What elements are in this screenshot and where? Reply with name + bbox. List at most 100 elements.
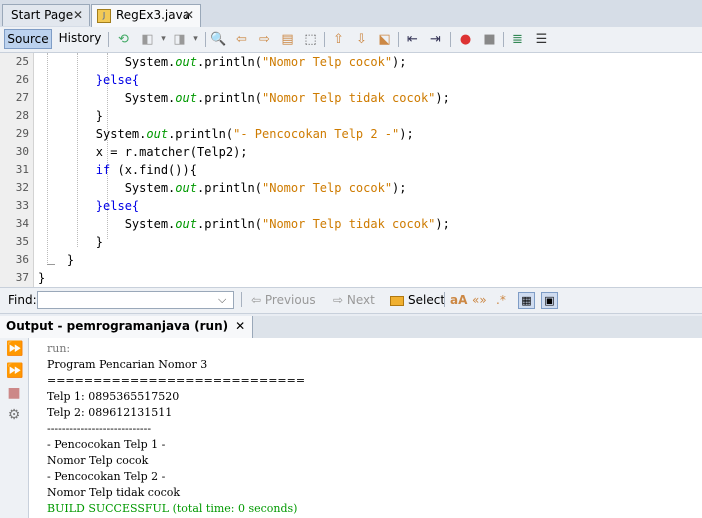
shift-left-icon[interactable]: ⇤ — [404, 31, 421, 48]
highlight-results-toggle-icon[interactable]: ▦ — [518, 292, 535, 309]
tab-output[interactable]: Output - pemrogramanjava (run) ✕ — [0, 316, 254, 338]
output-line: ============================ — [47, 374, 306, 387]
history-label: History — [58, 31, 102, 45]
last-edit-icon[interactable]: ⟲ — [115, 31, 132, 48]
toolbar-separator — [205, 32, 206, 47]
line-number: 32 — [15, 181, 29, 194]
next-arrow-icon: ⇨ — [333, 293, 347, 307]
code-line: x = r.matcher(Telp2); — [38, 145, 248, 159]
line-number: 30 — [15, 145, 29, 158]
output-tab-label: Output - pemrogramanjava (run) — [6, 319, 229, 333]
code-editor[interactable]: 25 26 27 28 29 30 31 32 33 34 35 36 37 S… — [0, 53, 702, 287]
uncomment-icon[interactable]: ☰ — [533, 31, 550, 48]
history-button[interactable]: History — [56, 29, 104, 49]
editor-tab-bar: Start Page ✕ J RegEx3.java ✕ — [0, 0, 702, 28]
rerun-with-options-icon[interactable]: ⏩ — [6, 363, 23, 379]
whole-words-icon[interactable]: «» — [472, 293, 487, 308]
line-number-gutter: 25 26 27 28 29 30 31 32 33 34 35 36 37 — [0, 53, 34, 287]
tab-regex3-java[interactable]: J RegEx3.java ✕ — [91, 4, 201, 28]
code-string: "Nomor Telp tidak cocok" — [262, 217, 436, 231]
output-line: run: — [47, 342, 71, 355]
code-string: "Nomor Telp cocok" — [262, 55, 393, 69]
code-field: out — [175, 91, 197, 105]
line-number: 29 — [15, 127, 29, 140]
tab-label: RegEx3.java — [116, 8, 191, 22]
stop-macro-icon[interactable]: ■ — [481, 31, 498, 48]
find-previous-icon[interactable]: ⇦ — [233, 31, 250, 48]
stop-icon[interactable]: ■ — [6, 385, 22, 401]
find-next-button[interactable]: ⇨ Next — [333, 293, 375, 308]
output-line: Nomor Telp cocok — [47, 454, 149, 467]
rectangular-selection-icon[interactable]: ⬚ — [302, 31, 319, 48]
wrap-around-toggle-icon[interactable]: ▣ — [541, 292, 558, 309]
find-selection-icon[interactable]: 🔍 — [210, 31, 227, 48]
shift-right-icon[interactable]: ⇥ — [427, 31, 444, 48]
toggle-highlight-icon[interactable]: ▤ — [279, 31, 296, 48]
close-icon[interactable]: ✕ — [73, 5, 83, 26]
findbar-separator — [444, 292, 445, 307]
source-label: Source — [7, 32, 49, 46]
line-number: 27 — [15, 91, 29, 104]
forward-icon[interactable]: ◨ — [171, 31, 188, 48]
code-text: .println( — [168, 127, 234, 141]
line-number: 36 — [15, 253, 29, 266]
code-field: out — [175, 55, 197, 69]
regex-icon[interactable]: .* — [496, 293, 506, 308]
back-icon[interactable]: ◧ — [139, 31, 156, 48]
code-text: .println( — [196, 55, 262, 69]
code-line: System.out.println("Nomor Telp tidak coc… — [38, 91, 450, 105]
toolbar-separator — [450, 32, 451, 47]
close-icon[interactable]: ✕ — [184, 5, 194, 26]
code-line: } — [38, 271, 46, 285]
code-field: out — [175, 217, 197, 231]
line-number: 34 — [15, 217, 29, 230]
find-bar: Find: ⌵ ⇦ Previous ⇨ Next Select aA «» .… — [0, 287, 702, 314]
line-number: 33 — [15, 199, 29, 212]
code-line: System.out.println("Nomor Telp cocok"); — [38, 55, 407, 69]
tab-label: Start Page — [11, 8, 74, 22]
code-text: ); — [399, 127, 414, 141]
code-text: (x.find()){ — [110, 163, 197, 177]
code-string: "Nomor Telp cocok" — [262, 181, 393, 195]
output-console[interactable]: run: Program Pencarian Nomor 3 =========… — [29, 338, 702, 518]
code-text: ); — [435, 91, 450, 105]
toggle-bookmark-icon[interactable]: ⬕ — [376, 31, 393, 48]
comment-icon[interactable]: ≣ — [509, 31, 526, 48]
forward-dropdown-icon[interactable]: ▾ — [187, 31, 204, 48]
find-label: Find: — [8, 293, 37, 307]
close-icon[interactable]: ✕ — [235, 316, 245, 337]
match-case-icon[interactable]: aA — [450, 293, 467, 308]
output-line: Telp 2: 089612131511 — [47, 406, 173, 419]
code-string: "- Pencocokan Telp 2 -" — [233, 127, 400, 141]
previous-bookmark-icon[interactable]: ⇧ — [330, 31, 347, 48]
code-text: ); — [392, 181, 407, 195]
line-number: 37 — [15, 271, 29, 284]
code-text: System. — [38, 55, 176, 69]
find-input[interactable] — [37, 291, 234, 309]
code-line: if (x.find()){ — [38, 163, 197, 177]
find-next-icon[interactable]: ⇨ — [256, 31, 273, 48]
output-line: Nomor Telp tidak cocok — [47, 486, 181, 499]
code-line: }else{ — [38, 73, 140, 87]
output-line: ---------------------------- — [47, 422, 152, 435]
code-text: ); — [435, 217, 450, 231]
code-line: }else{ — [38, 199, 140, 213]
code-text: System. — [38, 127, 147, 141]
next-bookmark-icon[interactable]: ⇩ — [353, 31, 370, 48]
code-text: System. — [38, 217, 176, 231]
code-field: out — [175, 181, 197, 195]
rerun-icon[interactable]: ⏩ — [6, 341, 23, 357]
back-dropdown-icon[interactable]: ▾ — [155, 31, 172, 48]
code-string: "Nomor Telp tidak cocok" — [262, 91, 436, 105]
find-previous-button[interactable]: ⇦ Previous — [251, 293, 316, 308]
output-line: Program Pencarian Nomor 3 — [47, 358, 208, 371]
settings-icon[interactable]: ⚙ — [6, 407, 22, 423]
toolbar-separator — [398, 32, 399, 47]
line-number: 28 — [15, 109, 29, 122]
find-select-button[interactable]: Select — [390, 293, 445, 308]
tab-start-page[interactable]: Start Page ✕ — [2, 4, 90, 26]
find-history-dropdown-icon[interactable]: ⌵ — [218, 292, 226, 307]
output-line: Telp 1: 0895365517520 — [47, 390, 180, 403]
source-button[interactable]: Source — [4, 29, 52, 49]
start-macro-icon[interactable]: ● — [457, 31, 474, 48]
